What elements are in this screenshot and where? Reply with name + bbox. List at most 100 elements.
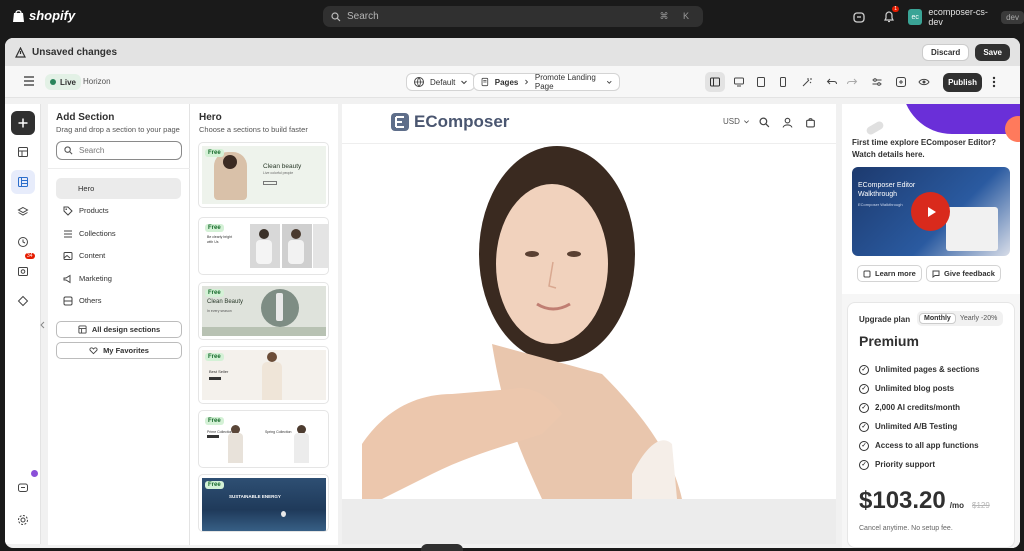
chevron-down-icon [743, 120, 749, 124]
hero-template-card[interactable]: Clean beauty Live colorful people Free [198, 142, 329, 208]
category-marketing[interactable]: Marketing [56, 268, 181, 289]
give-feedback-button[interactable]: Give feedback [926, 265, 1001, 282]
template-title: SUSTAINABLE ENERGY [229, 494, 281, 499]
template-title: Clean beauty [263, 163, 302, 170]
store-icon[interactable] [852, 10, 866, 24]
feature-item: ✓ 2,000 AI credits/month [859, 398, 979, 417]
category-label: Hero [78, 184, 95, 193]
more-options-icon[interactable] [992, 76, 996, 88]
category-hero[interactable]: Hero [56, 178, 181, 199]
ecomposer-logo-icon [391, 113, 409, 131]
chevron-down-icon [607, 80, 613, 84]
topbar-right: 1 ec ecomposer-cs-dev dev [852, 6, 1024, 27]
redo-icon[interactable] [846, 76, 858, 88]
sidebar-toggle-icon[interactable] [705, 72, 725, 92]
sections-icon[interactable] [11, 170, 35, 194]
save-button[interactable]: Save [975, 43, 1010, 61]
store-avatar[interactable]: ec [908, 9, 923, 25]
hero-subtitle: Choose a sections to build faster [199, 125, 308, 134]
account-icon[interactable] [782, 117, 793, 128]
live-badge: Live [45, 74, 82, 90]
settings-sliders-icon[interactable] [871, 76, 883, 88]
add-section-icon[interactable] [11, 111, 35, 135]
layout-icon[interactable] [11, 140, 35, 164]
template-selector[interactable]: Default [406, 73, 476, 91]
yearly-option[interactable]: Yearly -20% [956, 314, 1002, 323]
desktop-view-icon[interactable] [733, 76, 745, 88]
undo-icon[interactable] [826, 76, 838, 88]
tablet-view-icon[interactable] [755, 76, 767, 88]
check-circle-icon: ✓ [859, 440, 869, 451]
category-products[interactable]: Products [56, 200, 181, 221]
cancel-note: Cancel anytime. No setup fee. [859, 525, 953, 532]
theme-name: Horizon [83, 77, 111, 86]
store-settings-icon[interactable] [11, 470, 38, 499]
currency-selector[interactable]: USD [723, 117, 750, 126]
hero-template-card[interactable]: Best Seller Free [198, 346, 329, 404]
ai-icon[interactable] [895, 76, 907, 88]
video-subtitle: EComposer Walkthrough [858, 202, 903, 207]
feature-label: Unlimited A/B Testing [875, 422, 958, 431]
play-icon[interactable] [911, 192, 950, 231]
hero-template-card[interactable]: Clean Beauty In every season Free [198, 282, 329, 340]
shopify-logo[interactable]: shopify [12, 8, 75, 23]
free-badge: Free [205, 353, 224, 361]
store-logo[interactable]: EComposer [390, 112, 509, 132]
page-canvas[interactable]: EComposer USD [342, 104, 836, 544]
global-search-input[interactable]: Search ⌘ K [323, 6, 703, 27]
discard-button[interactable]: Discard [921, 43, 970, 61]
library-icon[interactable]: 34 [11, 253, 35, 283]
my-favorites-button[interactable]: My Favorites [56, 342, 182, 359]
rail-badge: 34 [25, 253, 35, 259]
category-label: Products [79, 206, 109, 215]
store-name[interactable]: ecomposer-cs-dev [928, 7, 995, 27]
price-period: /mo [949, 501, 964, 510]
hero-template-card[interactable]: Be clearly bright with Us Free [198, 217, 329, 275]
billing-toggle[interactable]: Monthly Yearly -20% [917, 311, 1004, 326]
old-price: $129 [972, 501, 990, 510]
bottom-handle[interactable] [421, 544, 463, 551]
book-icon [863, 270, 871, 277]
layers-icon[interactable] [11, 200, 35, 224]
add-section-panel: Add Section Drag and drop a section to y… [48, 104, 190, 545]
category-content[interactable]: Content [56, 245, 181, 266]
category-label: Collections [79, 229, 116, 238]
check-circle-icon: ✓ [859, 459, 869, 470]
mobile-view-icon[interactable] [777, 76, 789, 88]
chevron-down-icon [461, 80, 468, 85]
section-search-input[interactable]: Search [56, 141, 182, 160]
collapse-handle-icon[interactable] [40, 321, 45, 329]
publish-button[interactable]: Publish [943, 73, 982, 92]
magic-icon[interactable] [801, 76, 813, 88]
gear-icon[interactable] [11, 508, 35, 532]
template-title: Be clearly bright with Us [207, 235, 233, 244]
preview-eye-icon[interactable] [918, 76, 930, 88]
plan-name: Premium [859, 333, 919, 349]
cart-icon[interactable] [805, 117, 816, 128]
hero-templates-panel: Hero Choose a sections to build faster C… [190, 104, 338, 545]
apps-icon[interactable] [11, 289, 35, 313]
pages-label: Pages [494, 77, 519, 87]
category-collections[interactable]: Collections [56, 223, 181, 244]
unsaved-changes-bar: Unsaved changes Discard Save [5, 38, 1020, 66]
learn-more-button[interactable]: Learn more [857, 265, 922, 282]
all-design-sections-button[interactable]: All design sections [56, 321, 182, 338]
search-icon[interactable] [759, 117, 770, 128]
category-others[interactable]: Others [56, 290, 181, 311]
template-subtitle: Live colorful people [263, 171, 294, 175]
shopify-bag-icon [13, 9, 24, 22]
bell-icon[interactable]: 1 [882, 6, 899, 24]
left-rail: 34 [5, 104, 41, 544]
hero-template-card[interactable]: Prime Collection Spring Collection Free [198, 410, 329, 468]
check-circle-icon: ✓ [859, 364, 869, 375]
upgrade-title: Upgrade plan [859, 315, 911, 324]
history-icon[interactable] [11, 230, 35, 254]
walkthrough-video[interactable]: EComposer Editor Walkthrough EComposer W… [852, 167, 1010, 256]
section-search-placeholder: Search [79, 146, 105, 155]
hero-title: Hero [199, 112, 222, 123]
page-selector[interactable]: Pages Promote Landing Page [473, 73, 620, 91]
hero-template-card[interactable]: SUSTAINABLE ENERGY Free [198, 474, 329, 532]
menu-icon[interactable] [23, 76, 35, 86]
monthly-option[interactable]: Monthly [919, 313, 956, 324]
megaphone-icon [63, 274, 71, 283]
